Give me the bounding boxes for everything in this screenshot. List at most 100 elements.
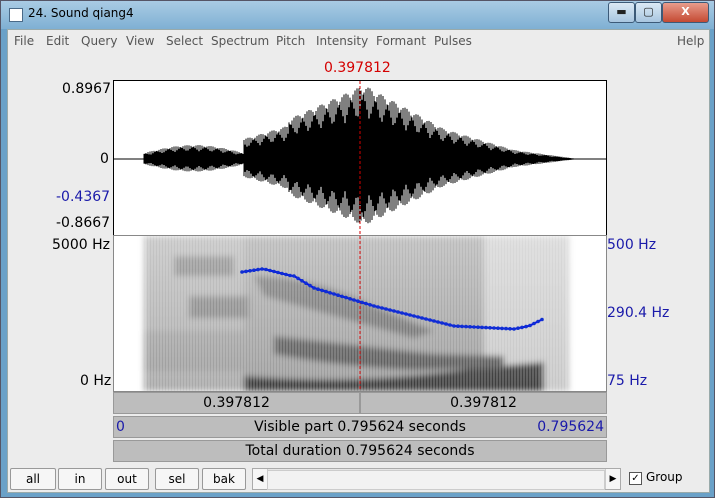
pitch-point xyxy=(456,324,460,328)
pitch-point xyxy=(304,281,308,285)
group-checkbox[interactable]: ✓ xyxy=(629,472,642,485)
pitch-point xyxy=(348,297,352,301)
pitch-point xyxy=(532,321,536,326)
minimize-button[interactable]: ▬ xyxy=(608,2,635,23)
menu-formant[interactable]: Formant xyxy=(376,34,426,48)
menu-pitch[interactable]: Pitch xyxy=(276,34,305,48)
pitch-point xyxy=(280,271,284,276)
pitch-point xyxy=(496,326,500,330)
pitch-point xyxy=(488,326,492,330)
pitch-point xyxy=(408,313,412,317)
time-right-label: 0.397812 xyxy=(450,395,517,411)
pitch-point xyxy=(472,325,476,329)
visible-part-label: Visible part 0.795624 seconds xyxy=(254,419,466,435)
spectrogram-striation-lines xyxy=(145,236,567,391)
menu-edit[interactable]: Edit xyxy=(46,34,69,48)
visible-start-label: 0 xyxy=(116,419,125,435)
pitch-point xyxy=(412,314,416,318)
scroll-right-arrow-icon[interactable]: ▶ xyxy=(605,469,620,489)
pitch-point xyxy=(360,300,364,305)
time-right-segment[interactable]: 0.397812 xyxy=(360,392,607,414)
total-duration-bar[interactable]: Total duration 0.795624 seconds xyxy=(113,440,607,462)
sel-button[interactable]: sel xyxy=(155,468,199,490)
pitch-point xyxy=(508,327,512,331)
pitch-point xyxy=(536,319,540,324)
pitch-point xyxy=(328,291,332,295)
editor-client-area: File Edit Query View Select Spectrum Pit… xyxy=(7,29,710,493)
waveform-zero-label: 0 xyxy=(100,151,109,167)
pitch-point xyxy=(444,322,448,326)
pitch-point xyxy=(344,295,348,300)
pitch-point xyxy=(312,286,316,290)
bak-button[interactable]: bak xyxy=(202,468,246,490)
menu-spectrum[interactable]: Spectrum xyxy=(211,34,269,48)
pitch-point xyxy=(400,311,404,315)
window-title: 24. Sound qiang4 xyxy=(28,6,134,20)
spectrogram-plot xyxy=(114,236,606,391)
pitch-point xyxy=(320,288,324,293)
in-button[interactable]: in xyxy=(58,468,102,490)
pitch-point xyxy=(316,287,320,291)
close-button[interactable]: X xyxy=(662,2,709,23)
scroll-thumb[interactable] xyxy=(267,470,605,490)
pitch-point xyxy=(448,323,452,327)
out-button[interactable]: out xyxy=(105,468,149,490)
pitch-point xyxy=(432,319,436,323)
maximize-button[interactable]: ▢ xyxy=(635,2,662,23)
pitch-point xyxy=(392,309,396,313)
cursor-time-label: 0.397812 xyxy=(324,60,391,76)
menu-pulses[interactable]: Pulses xyxy=(434,34,472,48)
menu-view[interactable]: View xyxy=(126,34,154,48)
pitch-point xyxy=(420,316,424,320)
pitch-point xyxy=(512,327,516,331)
pitch-point xyxy=(260,267,264,271)
menu-query[interactable]: Query xyxy=(81,34,117,48)
waveform-plot xyxy=(114,81,606,235)
pitch-point xyxy=(516,326,520,330)
waveform-panel[interactable] xyxy=(113,80,607,236)
pitch-point xyxy=(500,326,504,331)
pitch-point xyxy=(480,325,484,330)
menu-intensity[interactable]: Intensity xyxy=(316,34,368,48)
pitch-point xyxy=(464,324,468,329)
waveform-min-label: -0.8667 xyxy=(56,215,111,231)
visible-part-bar[interactable]: 0 Visible part 0.795624 seconds 0.795624 xyxy=(113,416,607,438)
pitch-point xyxy=(276,270,280,275)
pitch-point xyxy=(460,324,464,329)
pitch-point xyxy=(484,325,488,330)
pitch-point xyxy=(404,312,408,316)
pitch-point xyxy=(524,324,528,329)
app-icon xyxy=(9,8,23,22)
pitch-point xyxy=(248,269,252,273)
time-left-label: 0.397812 xyxy=(203,395,270,411)
pitch-point xyxy=(384,307,388,311)
menu-help[interactable]: Help xyxy=(677,34,704,48)
pitch-point xyxy=(364,301,368,306)
pitch-point xyxy=(356,299,360,303)
pitch-point xyxy=(380,306,384,310)
pitch-point xyxy=(240,270,244,274)
pitch-point xyxy=(268,268,272,273)
pitch-point xyxy=(284,272,288,277)
title-bar: 24. Sound qiang4 ▬ ▢ X xyxy=(1,1,714,29)
pitch-point xyxy=(416,315,420,319)
horizontal-scrollbar[interactable]: ◀ ▶ xyxy=(252,468,621,490)
pitch-point xyxy=(292,274,296,278)
pitch-point xyxy=(368,303,372,307)
all-button[interactable]: all xyxy=(10,468,56,490)
spectrogram-panel[interactable] xyxy=(113,235,607,392)
spectrogram-top-freq-label: 5000 Hz xyxy=(52,237,110,253)
pitch-point xyxy=(336,293,340,297)
waveform-max-label: 0.8967 xyxy=(62,81,111,97)
scroll-left-arrow-icon[interactable]: ◀ xyxy=(253,469,268,489)
time-left-segment[interactable]: 0.397812 xyxy=(113,392,360,414)
editor-window: 24. Sound qiang4 ▬ ▢ X File Edit Query V… xyxy=(0,0,715,498)
menu-file[interactable]: File xyxy=(14,34,34,48)
pitch-point xyxy=(520,325,524,330)
menu-select[interactable]: Select xyxy=(166,34,203,48)
pitch-point xyxy=(436,320,440,324)
pitch-point xyxy=(452,324,456,328)
pitch-point xyxy=(308,283,312,288)
pitch-top-label: 500 Hz xyxy=(607,237,657,253)
menu-bar: File Edit Query View Select Spectrum Pit… xyxy=(8,30,709,52)
